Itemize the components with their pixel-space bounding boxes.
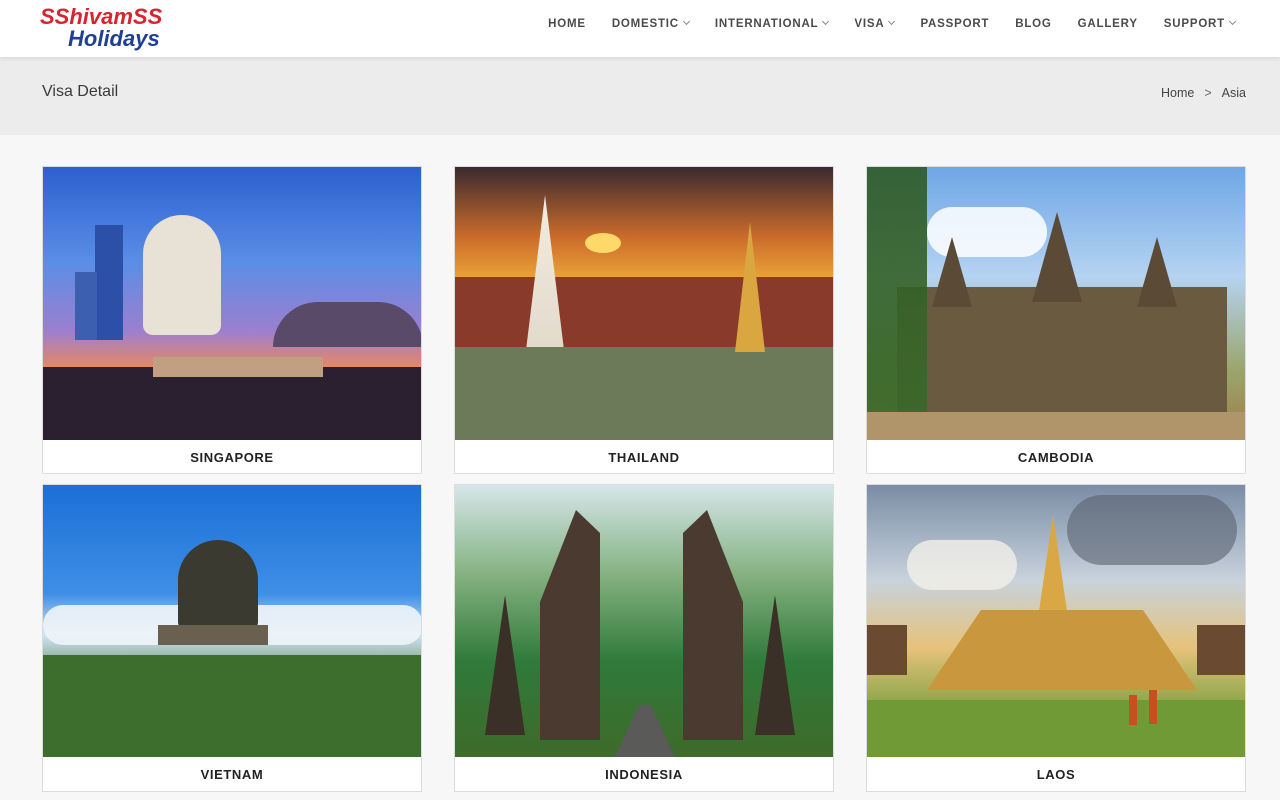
- country-card-singapore[interactable]: SINGAPORE: [42, 166, 422, 474]
- chevron-down-icon: [822, 17, 830, 26]
- country-image-thailand[interactable]: [455, 167, 833, 440]
- country-image-singapore[interactable]: [43, 167, 421, 440]
- main-nav: HOME DOMESTIC INTERNATIONAL VISA PASSPOR…: [535, 0, 1248, 47]
- nav-international[interactable]: INTERNATIONAL: [702, 18, 841, 30]
- nav-visa-label: VISA: [854, 17, 885, 30]
- breadcrumb-current: Asia: [1221, 86, 1246, 100]
- country-name-thailand: THAILAND: [608, 449, 680, 465]
- chevron-down-icon: [888, 17, 896, 26]
- country-name-indonesia: INDONESIA: [605, 766, 683, 782]
- page-title-bar: Visa Detail Home > Asia: [0, 57, 1280, 135]
- country-image-vietnam[interactable]: [43, 485, 421, 757]
- nav-gallery-label: GALLERY: [1077, 17, 1138, 30]
- nav-support[interactable]: SUPPORT: [1151, 18, 1248, 30]
- nav-international-label: INTERNATIONAL: [714, 17, 819, 30]
- brand-logo[interactable]: SShivamSS Holidays: [40, 4, 212, 54]
- chevron-down-icon: [682, 17, 690, 26]
- nav-blog[interactable]: BLOG: [1002, 18, 1064, 30]
- chevron-down-icon: [1228, 17, 1237, 26]
- brand-logo-line2: Holidays: [68, 26, 160, 51]
- nav-home-label: HOME: [548, 17, 586, 30]
- country-grid: SINGAPORE THAILAND CAMBODIA VIETNAM INDO…: [42, 166, 1246, 792]
- country-name-singapore: SINGAPORE: [190, 449, 274, 465]
- country-card-thailand[interactable]: THAILAND: [454, 166, 834, 474]
- nav-passport-label: PASSPORT: [920, 17, 990, 30]
- country-image-laos[interactable]: [867, 485, 1245, 757]
- site-header: SShivamSS Holidays HOME DOMESTIC INTERNA…: [0, 0, 1280, 57]
- country-card-vietnam[interactable]: VIETNAM: [42, 484, 422, 792]
- country-name-laos: LAOS: [1036, 766, 1076, 782]
- nav-domestic[interactable]: DOMESTIC: [599, 18, 702, 30]
- nav-gallery[interactable]: GALLERY: [1065, 18, 1151, 30]
- nav-home[interactable]: HOME: [535, 18, 599, 30]
- country-image-cambodia[interactable]: [867, 167, 1245, 440]
- country-image-indonesia[interactable]: [455, 485, 833, 757]
- nav-blog-label: BLOG: [1015, 17, 1052, 30]
- country-name-cambodia: CAMBODIA: [1017, 449, 1095, 465]
- country-name-vietnam: VIETNAM: [200, 766, 264, 782]
- nav-support-label: SUPPORT: [1163, 17, 1225, 30]
- nav-domestic-label: DOMESTIC: [611, 17, 679, 30]
- breadcrumb-home-link[interactable]: Home: [1161, 86, 1194, 100]
- nav-visa[interactable]: VISA: [841, 18, 907, 30]
- country-card-laos[interactable]: LAOS: [866, 484, 1246, 792]
- breadcrumb: Home > Asia: [1161, 86, 1246, 100]
- country-card-cambodia[interactable]: CAMBODIA: [866, 166, 1246, 474]
- breadcrumb-separator: >: [1204, 86, 1212, 100]
- nav-passport[interactable]: PASSPORT: [907, 18, 1002, 30]
- country-card-indonesia[interactable]: INDONESIA: [454, 484, 834, 792]
- page-title: Visa Detail: [42, 83, 119, 100]
